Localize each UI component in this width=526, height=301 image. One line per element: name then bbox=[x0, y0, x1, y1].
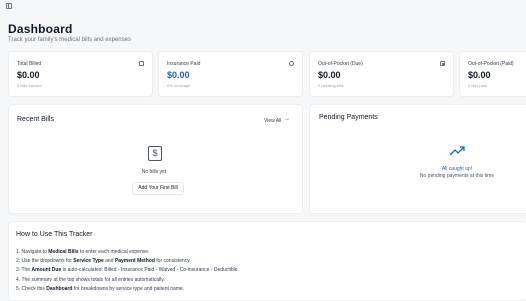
stat-label: Out-of-Pocket (Due) bbox=[318, 61, 363, 67]
dollar-icon: $ bbox=[148, 146, 162, 161]
how-to-step-1: 1. Navigate to Medical Bills to enter ea… bbox=[16, 249, 150, 255]
page-title: Dashboard bbox=[8, 22, 73, 36]
stat-value: $0.00 bbox=[318, 70, 341, 80]
recent-bills-title: Recent Bills bbox=[17, 116, 54, 123]
wallet-icon bbox=[440, 61, 445, 66]
empty-state-text: No bills yet bbox=[141, 169, 167, 175]
how-to-step-2: 2. Use the dropdowns for Service Type an… bbox=[16, 258, 191, 264]
circle-icon bbox=[289, 61, 294, 66]
how-to-step-3: 3. The Amount Due is auto-calculated: Bi… bbox=[16, 267, 239, 273]
stat-value: $0.00 bbox=[468, 70, 491, 80]
stat-value: $0.00 bbox=[17, 70, 40, 80]
pending-payments-panel: Pending Payments All caught up! No pendi… bbox=[309, 104, 526, 214]
pending-payments-title: Pending Payments bbox=[319, 114, 378, 121]
recent-bills-panel: Recent Bills View All → $ No bills yet A… bbox=[8, 104, 303, 214]
stat-subtext: 0% coverage bbox=[167, 83, 191, 88]
how-to-step-4: 4. The summary at the top shows totals f… bbox=[16, 277, 165, 283]
no-pending-text: No pending payments at this time bbox=[419, 173, 495, 179]
stat-label: Total Billed bbox=[17, 61, 42, 67]
stat-subtext: 0 pending bills bbox=[318, 83, 344, 88]
stat-card-insurance-paid: Insurance Paid $0.00 0% coverage bbox=[158, 51, 303, 97]
stat-subtext: 0 bills paid bbox=[468, 83, 487, 88]
all-caught-up-text: All caught up! bbox=[441, 166, 473, 172]
stat-label: Insurance Paid bbox=[167, 61, 201, 67]
how-to-title: How to Use This Tracker bbox=[16, 231, 93, 238]
trending-up-icon bbox=[449, 146, 465, 156]
stat-label: Out-of-Pocket (Paid) bbox=[468, 61, 514, 67]
how-to-step-5: 5. Check this Dashboard for breakdowns b… bbox=[16, 286, 185, 292]
view-all-link[interactable]: View All bbox=[264, 118, 281, 124]
stat-card-out-of-pocket-due: Out-of-Pocket (Due) $0.00 0 pending bill… bbox=[309, 51, 454, 97]
page-subtitle: Track your family's medical bills and ex… bbox=[8, 37, 131, 43]
arrow-right-icon[interactable]: → bbox=[284, 116, 290, 122]
stat-subtext: 0 bills tracked bbox=[17, 83, 42, 88]
stat-card-total-billed: Total Billed $0.00 0 bills tracked bbox=[8, 51, 153, 97]
sidebar-toggle-icon[interactable] bbox=[6, 3, 12, 9]
receipt-icon bbox=[139, 61, 144, 66]
top-bar bbox=[0, 0, 526, 12]
stat-value: $0.00 bbox=[167, 70, 190, 80]
stat-card-out-of-pocket-paid: Out-of-Pocket (Paid) $0.00 0 bills paid bbox=[459, 51, 526, 97]
add-first-bill-button[interactable]: Add Your First Bill bbox=[132, 182, 184, 195]
